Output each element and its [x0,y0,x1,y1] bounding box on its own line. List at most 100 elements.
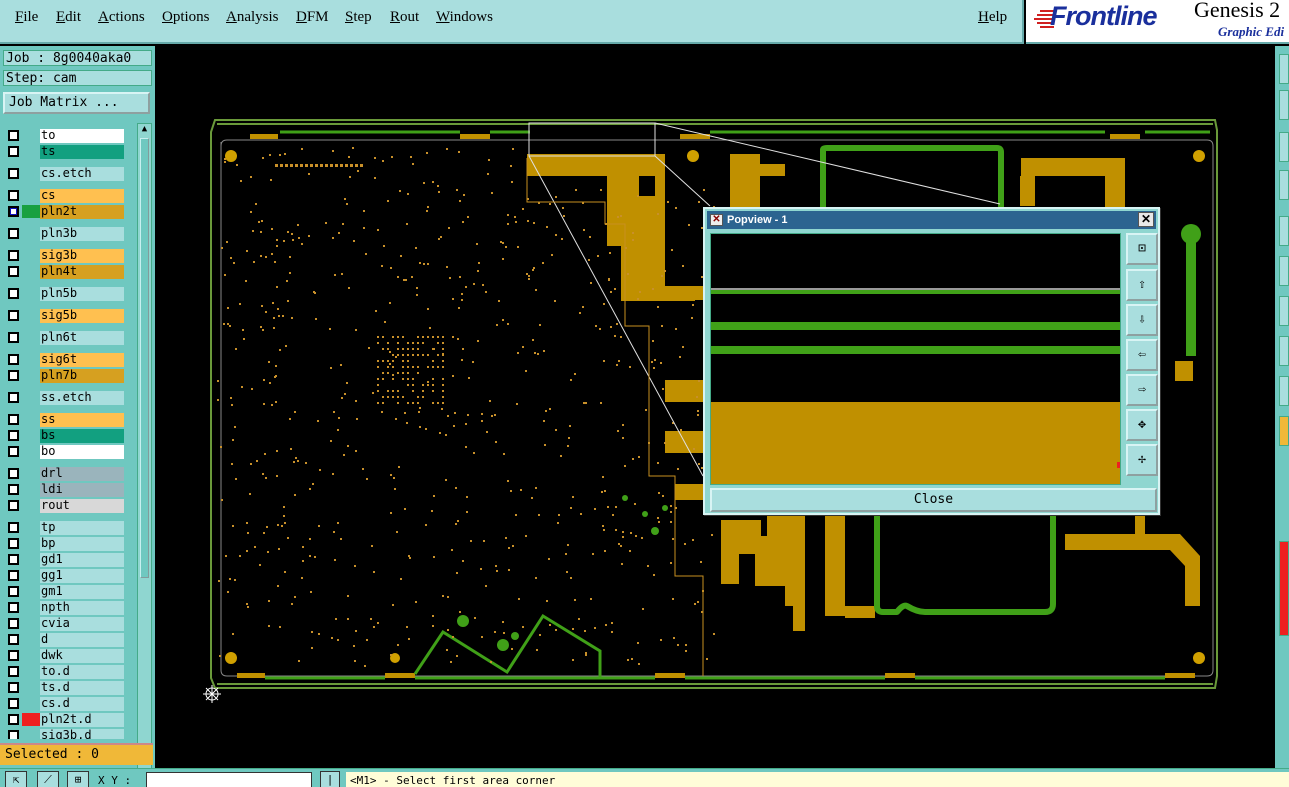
layer-checkbox[interactable] [8,190,19,201]
layer-name[interactable]: cs.etch [40,167,124,181]
popview-canvas[interactable] [710,233,1121,485]
layer-row-dwk[interactable]: dwk [3,648,127,663]
layer-checkbox[interactable] [8,730,19,739]
layer-checkbox[interactable] [8,288,19,299]
pan-up-icon[interactable]: ⇧ [1126,269,1158,301]
layer-name[interactable]: gm1 [40,585,124,599]
layer-row-sig5b[interactable]: sig5b [3,308,127,323]
layer-name[interactable]: gg1 [40,569,124,583]
right-tool-button[interactable] [1279,541,1289,636]
layer-checkbox[interactable] [8,370,19,381]
layer-name[interactable]: ss.etch [40,391,124,405]
layer-row-to[interactable]: to [3,128,127,143]
layer-checkbox[interactable] [8,634,19,645]
layer-list-scrollbar[interactable]: ▲ ▼ [137,123,152,787]
layer-row-pln2t-d[interactable]: pln2t.d [3,712,127,727]
layer-checkbox[interactable] [8,484,19,495]
layer-checkbox[interactable] [8,650,19,661]
layer-checkbox[interactable] [8,130,19,141]
layer-checkbox[interactable] [8,414,19,425]
window-menu-icon[interactable]: ✕ [710,214,723,226]
scroll-up-icon[interactable]: ▲ [138,124,151,137]
layer-name[interactable]: ss [40,413,124,427]
layer-row-ts[interactable]: ts [3,144,127,159]
layer-name[interactable]: d [40,633,124,647]
zoom-in-icon[interactable]: ✥ [1126,409,1158,441]
menu-windows[interactable]: Windows [436,9,493,26]
layer-row-to-d[interactable]: to.d [3,664,127,679]
layer-name[interactable]: ts [40,145,124,159]
layer-checkbox[interactable] [8,682,19,693]
layer-row-pln3b[interactable]: pln3b [3,226,127,241]
right-tool-button[interactable] [1279,132,1289,162]
layer-row-ss-etch[interactable]: ss.etch [3,390,127,405]
layer-row-tp[interactable]: tp [3,520,127,535]
layer-name[interactable]: pln3b [40,227,124,241]
layer-row-sig6t[interactable]: sig6t [3,352,127,367]
layer-name[interactable]: ts.d [40,681,124,695]
layer-row-bp[interactable]: bp [3,536,127,551]
coord-toggle-icon[interactable]: | [320,771,340,787]
layer-checkbox[interactable] [8,446,19,457]
layer-row-npth[interactable]: npth [3,600,127,615]
right-tool-button[interactable] [1279,90,1289,120]
layer-checkbox[interactable] [8,332,19,343]
menu-step[interactable]: Step [345,9,372,26]
layer-row-rout[interactable]: rout [3,498,127,513]
layer-name[interactable]: sig3b [40,249,124,263]
layer-checkbox[interactable] [8,146,19,157]
layer-row-pln6t[interactable]: pln6t [3,330,127,345]
layer-name[interactable]: to [40,129,124,143]
grid-tool-icon[interactable]: ⊞ [67,771,89,787]
layer-name[interactable]: bp [40,537,124,551]
layer-checkbox[interactable] [8,522,19,533]
pan-right-icon[interactable]: ⇨ [1126,374,1158,406]
menu-rout[interactable]: Rout [390,9,419,26]
layer-name[interactable]: pln2t.d [40,713,124,727]
layer-row-cvia[interactable]: cvia [3,616,127,631]
layer-name[interactable]: pln4t [40,265,124,279]
job-matrix-button[interactable]: Job Matrix ... [3,92,150,114]
scrollbar-thumb[interactable] [140,138,149,578]
layer-row-sig3b-d[interactable]: sig3b.d [3,728,127,739]
layer-row-ts-d[interactable]: ts.d [3,680,127,695]
measure-tool-icon[interactable]: ⟋ [37,771,59,787]
zoom-out-icon[interactable]: ✢ [1126,444,1158,476]
layer-row-bo[interactable]: bo [3,444,127,459]
right-tool-button[interactable] [1279,256,1289,286]
layer-row-drl[interactable]: drl [3,466,127,481]
layer-name[interactable]: rout [40,499,124,513]
right-tool-button[interactable] [1279,336,1289,366]
layer-row-pln4t[interactable]: pln4t [3,264,127,279]
menu-dfm[interactable]: DFM [296,9,329,26]
layer-row-gd1[interactable]: gd1 [3,552,127,567]
layer-name[interactable]: sig3b.d [40,729,124,739]
layer-checkbox[interactable] [8,666,19,677]
menu-actions[interactable]: Actions [98,9,145,26]
layer-name[interactable]: cs [40,189,124,203]
pan-left-icon[interactable]: ⇦ [1126,339,1158,371]
layer-name[interactable]: pln7b [40,369,124,383]
layer-name[interactable]: gd1 [40,553,124,567]
layer-name[interactable]: pln6t [40,331,124,345]
right-tool-button[interactable] [1279,296,1289,326]
layer-checkbox[interactable] [8,168,19,179]
layer-checkbox[interactable] [8,250,19,261]
layer-name[interactable]: drl [40,467,124,481]
layer-name[interactable]: bo [40,445,124,459]
layer-checkbox[interactable] [8,698,19,709]
pan-down-icon[interactable]: ⇩ [1126,304,1158,336]
layer-name[interactable]: sig6t [40,353,124,367]
right-tool-button[interactable] [1279,416,1289,446]
popview-titlebar[interactable]: ✕ Popview - 1 ✕ [707,211,1156,229]
menu-help[interactable]: Help [978,9,1007,26]
layer-checkbox[interactable] [8,618,19,629]
layer-checkbox[interactable] [8,570,19,581]
layer-checkbox[interactable] [8,392,19,403]
layer-row-bs[interactable]: bs [3,428,127,443]
layer-checkbox[interactable] [8,430,19,441]
layer-checkbox[interactable] [8,206,19,217]
right-tool-button[interactable] [1279,376,1289,406]
menu-analysis[interactable]: Analysis [226,9,279,26]
layer-name[interactable]: cvia [40,617,124,631]
